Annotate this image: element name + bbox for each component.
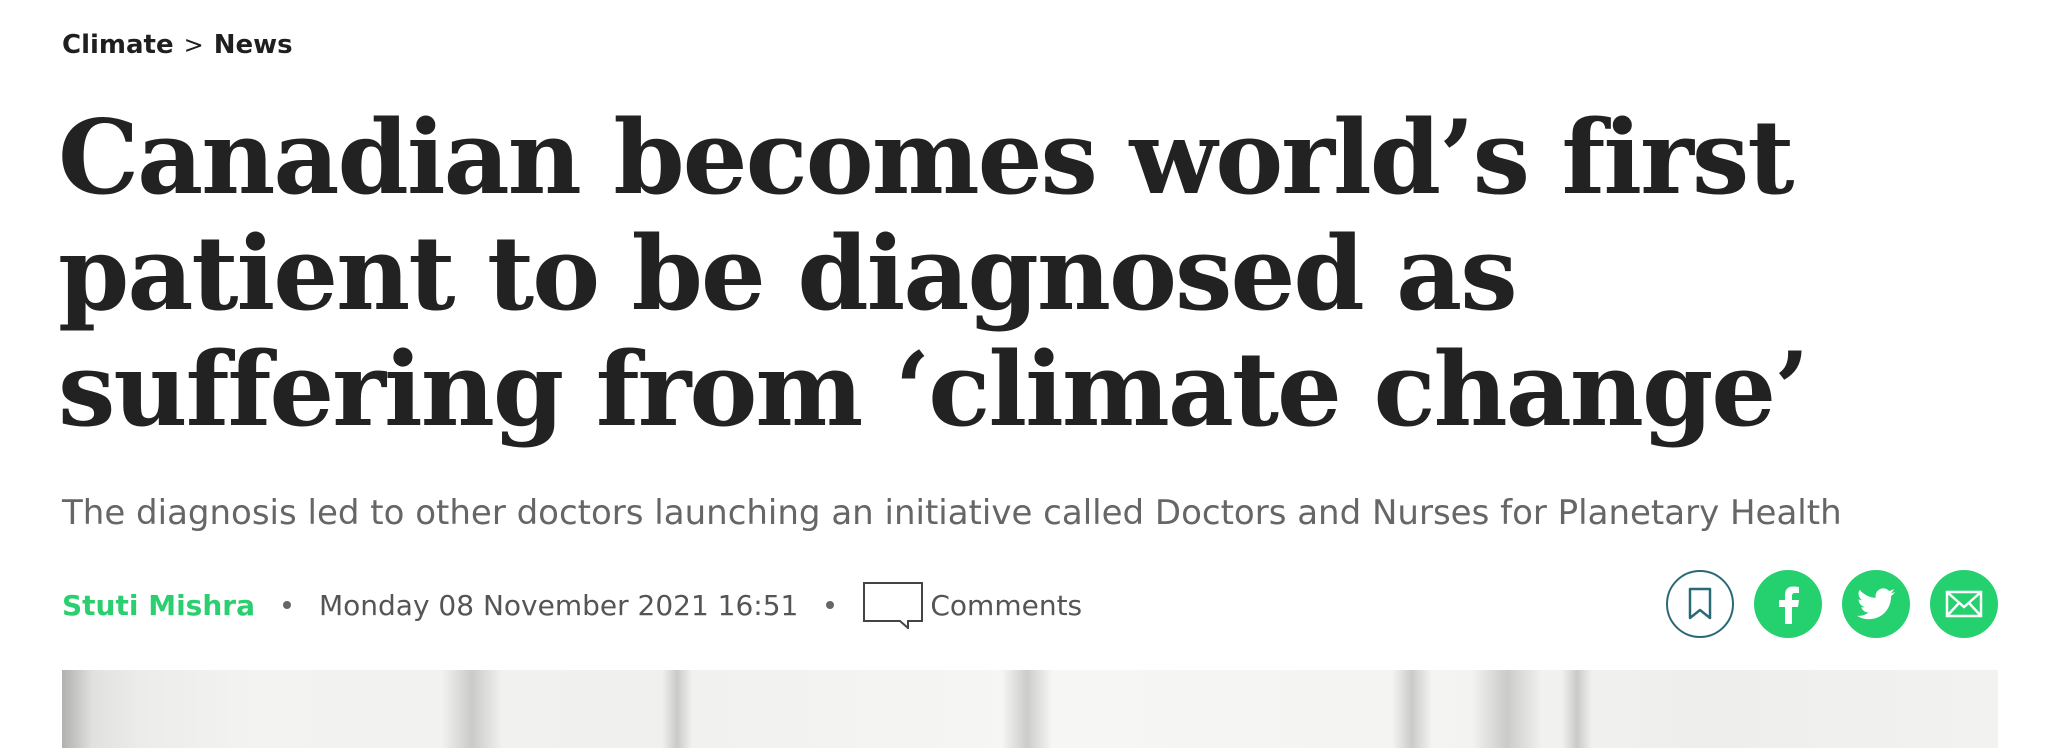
- meta-separator-dot: [282, 601, 291, 609]
- author-link[interactable]: Stuti Mishra: [62, 589, 255, 622]
- comment-bubble-icon: [863, 582, 924, 629]
- breadcrumb-separator: >: [183, 31, 204, 59]
- hero-image: [62, 670, 1998, 748]
- breadcrumb-climate-link[interactable]: Climate: [62, 30, 174, 60]
- facebook-share-button[interactable]: [1754, 570, 1822, 638]
- article-headline: Canadian becomes world’s first patient t…: [58, 98, 1810, 450]
- facebook-icon: [1779, 586, 1799, 624]
- twitter-icon: [1857, 588, 1895, 620]
- publish-date: Monday 08 November 2021 16:51: [318, 588, 799, 622]
- twitter-share-button[interactable]: [1842, 570, 1910, 638]
- comments-label: Comments: [930, 588, 1083, 622]
- article-subtitle: The diagnosis led to other doctors launc…: [62, 493, 1842, 533]
- bookmark-icon: [1688, 587, 1712, 620]
- meta-separator-dot: [826, 601, 835, 609]
- share-buttons: [1666, 570, 1998, 638]
- breadcrumb: Climate > News: [62, 30, 293, 60]
- email-icon: [1945, 590, 1983, 618]
- article-meta: Stuti Mishra Monday 08 November 2021 16:…: [62, 580, 1082, 630]
- breadcrumb-news-link[interactable]: News: [214, 30, 293, 60]
- comments-link[interactable]: Comments: [862, 581, 1082, 629]
- bookmark-button[interactable]: [1666, 570, 1734, 638]
- email-share-button[interactable]: [1930, 570, 1998, 638]
- article-page: Climate > News Canadian becomes world’s …: [0, 0, 2066, 748]
